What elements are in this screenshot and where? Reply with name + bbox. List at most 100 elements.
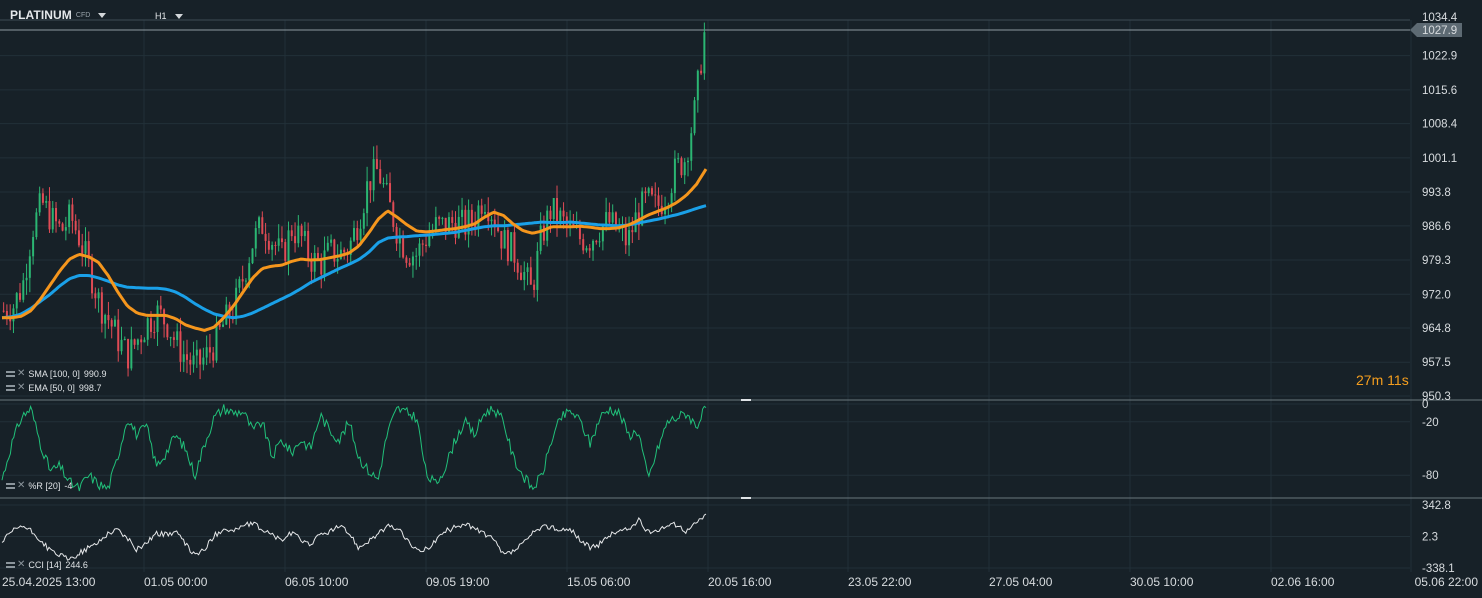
- candle: [664, 196, 667, 225]
- time-tick-label: 15.05 06:00: [567, 575, 631, 589]
- candle-body: [556, 197, 559, 223]
- candle-body: [274, 244, 277, 246]
- candle-body: [32, 237, 35, 257]
- candle-body: [503, 230, 506, 249]
- close-icon[interactable]: ✕: [17, 560, 25, 570]
- candle: [500, 230, 503, 260]
- legend-ema-label[interactable]: EMA [50, 0]: [28, 383, 75, 393]
- candle: [477, 200, 480, 237]
- candle-body: [683, 162, 686, 176]
- time-tick-label: 23.05 22:00: [848, 575, 912, 589]
- candle: [556, 185, 559, 237]
- drag-handle-icon[interactable]: [6, 384, 15, 392]
- candle-body: [519, 272, 522, 280]
- chart-toolbar: PLATINUM CFD H1: [0, 0, 1400, 34]
- candle-body: [585, 248, 588, 251]
- candle-body: [251, 248, 254, 264]
- timeframe-selector[interactable]: H1: [155, 11, 183, 21]
- candle: [64, 216, 67, 241]
- candle: [169, 336, 172, 347]
- candle-body: [483, 211, 486, 214]
- candle-body: [123, 339, 126, 341]
- candle: [457, 205, 460, 240]
- candle-body: [182, 354, 185, 362]
- candle: [159, 295, 162, 314]
- drag-handle-icon[interactable]: [6, 561, 15, 569]
- candle: [68, 199, 71, 234]
- price-tick-label: 1015.6: [1422, 85, 1457, 97]
- legend-sma-label[interactable]: SMA [100, 0]: [28, 369, 80, 379]
- close-icon[interactable]: ✕: [17, 481, 25, 491]
- candle-body: [385, 183, 388, 185]
- chevron-down-icon[interactable]: [174, 13, 183, 19]
- candle: [346, 248, 349, 263]
- price-tick-label: 986.6: [1422, 221, 1451, 233]
- candle: [264, 222, 267, 254]
- countdown-seconds: 11: [1387, 372, 1402, 388]
- williams-r-line: [1, 404, 707, 492]
- candle: [195, 340, 198, 368]
- time-tick-label: 01.05 00:00: [144, 575, 208, 589]
- candle: [631, 216, 634, 244]
- candle: [588, 244, 591, 258]
- candle-body: [677, 158, 680, 160]
- candle: [81, 233, 84, 267]
- candle-body: [186, 354, 189, 360]
- candle: [2, 302, 5, 313]
- candle-body: [28, 256, 31, 278]
- candle-body: [316, 253, 319, 259]
- candle-body: [536, 250, 539, 290]
- candle-body: [654, 194, 657, 196]
- candle-body: [215, 323, 218, 361]
- legend-cci-label[interactable]: CCI [14]: [28, 560, 61, 570]
- candle-body: [673, 158, 676, 194]
- candle: [274, 241, 277, 256]
- price-tick-label: 957.5: [1422, 357, 1451, 369]
- candle: [441, 216, 444, 225]
- candle: [176, 323, 179, 347]
- candle-body: [680, 158, 683, 176]
- candle: [464, 205, 467, 241]
- candle-body: [644, 191, 647, 194]
- price-tick-label: 964.8: [1422, 323, 1451, 335]
- candle-body: [176, 331, 179, 340]
- candle-body: [441, 217, 444, 219]
- timeframe-label: H1: [155, 11, 167, 21]
- chart-canvas[interactable]: 1022.9 1015.6 1008.4 1001.1 993.8 986.6 979.3 9…: [0, 0, 1482, 598]
- symbol-selector[interactable]: PLATINUM CFD: [10, 8, 107, 22]
- candle-body: [94, 293, 97, 299]
- drag-handle-icon[interactable]: [6, 482, 15, 490]
- candle: [411, 251, 414, 278]
- candle-body: [438, 217, 441, 219]
- candle: [628, 216, 631, 257]
- countdown-seconds-unit: s: [1401, 372, 1409, 388]
- candle-body: [208, 347, 211, 353]
- candle: [480, 198, 483, 220]
- legend-cci-value: 244.6: [65, 560, 88, 570]
- close-icon[interactable]: ✕: [17, 369, 25, 379]
- close-icon[interactable]: ✕: [17, 383, 25, 393]
- candle: [271, 241, 274, 261]
- drag-handle-icon[interactable]: [6, 370, 15, 378]
- candle-body: [539, 225, 542, 251]
- candle-body: [25, 277, 28, 281]
- candle-body: [64, 227, 67, 231]
- candle: [153, 320, 156, 339]
- candle: [87, 231, 90, 268]
- time-tick-label: 02.06 16:00: [1271, 575, 1335, 589]
- candle: [506, 227, 509, 266]
- chevron-down-icon[interactable]: [98, 12, 107, 18]
- candle: [261, 211, 264, 235]
- candle-body: [608, 212, 611, 223]
- candle: [202, 347, 205, 371]
- candle: [22, 272, 25, 303]
- candle: [529, 256, 532, 285]
- candle-body: [542, 225, 545, 241]
- candle-body: [277, 238, 280, 246]
- candle-body: [323, 250, 326, 275]
- candle: [497, 214, 500, 233]
- candle-body: [703, 32, 706, 74]
- candle: [624, 217, 627, 254]
- legend-wr-label[interactable]: %R [20]: [28, 481, 60, 491]
- candle-body: [470, 209, 473, 224]
